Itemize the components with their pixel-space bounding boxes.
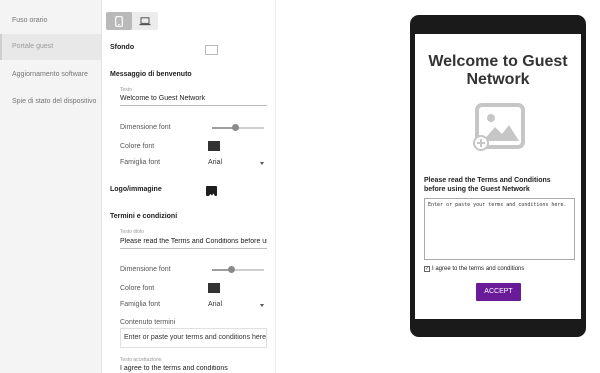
agree-label: I agree to the terms and conditions — [432, 266, 525, 272]
welcome-font-color-swatch[interactable] — [208, 141, 220, 151]
accept-button[interactable]: ACCEPT — [476, 283, 521, 301]
terms-font-color-swatch[interactable] — [208, 283, 220, 293]
welcome-font-color-label: Colore font — [120, 143, 155, 150]
accept-text-input[interactable]: I agree to the terms and conditions — [120, 365, 267, 373]
terms-font-size-label: Dimensione font — [120, 266, 171, 273]
terms-title-text-input[interactable]: Please read the Terms and Conditions bef… — [120, 238, 267, 249]
welcome-text-input[interactable]: Welcome to Guest Network — [120, 95, 267, 106]
preview-area: Welcome to Guest Network Please read the… — [276, 0, 600, 373]
terms-font-family-value: Arial — [208, 301, 223, 308]
accept-text-label: Testo accettazione — [120, 357, 162, 363]
preview-terms-heading: Please read the Terms and Conditions bef… — [424, 177, 551, 193]
sidebar-item-timezone[interactable]: Fuso orario — [0, 8, 101, 34]
background-color-swatch[interactable] — [205, 45, 218, 55]
welcome-section-title: Messaggio di benvenuto — [110, 71, 192, 78]
settings-panel: Sfondo Messaggio di benvenuto Testo Welc… — [102, 0, 276, 373]
slider-knob[interactable] — [231, 124, 239, 131]
terms-title-text-label: Testo titolo — [120, 229, 144, 235]
welcome-font-family-value: Arial — [208, 159, 223, 166]
mobile-view-button[interactable] — [106, 12, 132, 30]
terms-content-label: Contenuto termini — [120, 319, 176, 326]
welcome-font-family-select[interactable]: Arial — [208, 159, 264, 166]
terms-font-family-select[interactable]: Arial — [208, 301, 264, 308]
terms-font-size-slider[interactable] — [212, 266, 264, 273]
agree-checkbox[interactable]: ✓ — [424, 266, 430, 272]
chevron-down-icon — [260, 162, 264, 165]
image-placeholder-icon — [473, 103, 525, 151]
welcome-font-family-label: Famiglia font — [120, 159, 161, 166]
sidebar-item-guest-portal[interactable]: Portale guest — [0, 34, 101, 60]
sidebar: Fuso orario Portale guest Aggiornamento … — [0, 0, 102, 373]
mobile-icon — [115, 15, 123, 27]
terms-content-textarea[interactable]: Enter or paste your terms and conditions… — [120, 328, 267, 348]
welcome-font-size-slider[interactable] — [212, 124, 264, 131]
terms-font-family-label: Famiglia font — [120, 301, 161, 308]
welcome-text-label: Testo — [120, 87, 132, 93]
image-icon[interactable] — [206, 186, 217, 197]
logo-section-title: Logo/immagine — [110, 186, 162, 193]
laptop-icon — [139, 16, 151, 25]
sidebar-item-status-leds[interactable]: Spie di stato del dispositivo — [0, 89, 101, 115]
device-toggle — [106, 12, 158, 30]
phone-frame: Welcome to Guest Network Please read the… — [410, 15, 586, 337]
preview-terms-textarea[interactable]: Enter or paste your terms and conditions… — [424, 198, 575, 260]
slider-knob[interactable] — [228, 266, 236, 273]
terms-section-title: Termini e condizioni — [110, 213, 178, 220]
preview-agree-row[interactable]: ✓ I agree to the terms and conditions — [424, 266, 524, 272]
terms-font-color-label: Colore font — [120, 285, 155, 292]
background-section-title: Sfondo — [110, 44, 135, 51]
phone-screen: Welcome to Guest Network Please read the… — [415, 34, 581, 319]
preview-welcome-title: Welcome to Guest Network — [428, 53, 568, 88]
desktop-view-button[interactable] — [132, 12, 158, 30]
sidebar-item-software-update[interactable]: Aggiornamento software — [0, 62, 101, 88]
welcome-font-size-label: Dimensione font — [120, 124, 171, 131]
chevron-down-icon — [260, 304, 264, 307]
